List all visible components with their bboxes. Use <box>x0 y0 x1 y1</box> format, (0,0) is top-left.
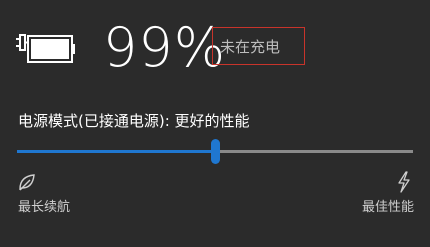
best-performance-label: 最佳性能 <box>361 200 414 215</box>
battery-icon <box>16 34 75 63</box>
charging-status: 未在充电 <box>212 27 305 65</box>
slider-track-fill[interactable] <box>17 150 215 153</box>
slider-thumb[interactable] <box>211 139 220 164</box>
lightning-bolt-icon <box>398 171 410 193</box>
best-battery-label: 最长续航 <box>18 200 71 215</box>
battery-percentage: 99% <box>103 16 227 79</box>
charging-status-text: 未在充电 <box>220 37 281 56</box>
power-mode-label: 电源模式(已接通电源): 更好的性能 <box>18 112 250 130</box>
power-mode-slider[interactable] <box>17 138 413 166</box>
leaf-icon <box>19 174 35 191</box>
